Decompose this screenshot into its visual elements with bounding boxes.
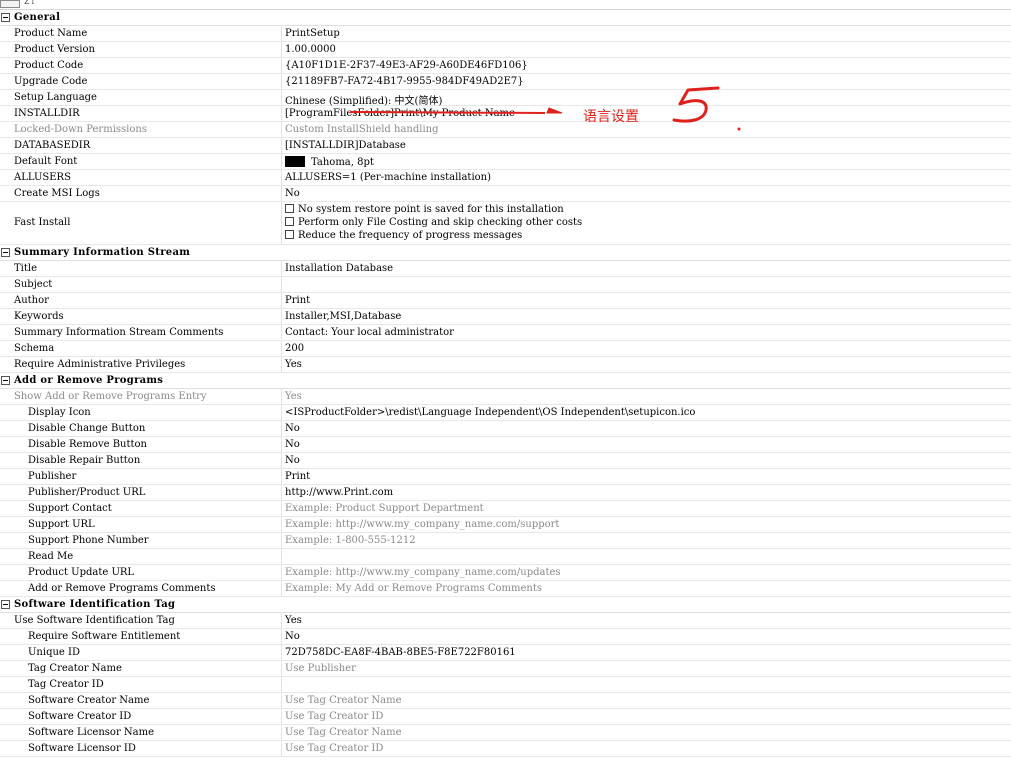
annotation-dot (737, 127, 741, 131)
annotation-label: 语言设置 (583, 109, 639, 125)
annotation-underline-arrow (349, 111, 546, 114)
annotation-arrowhead (546, 107, 563, 114)
annotation-number-five (672, 86, 720, 123)
annotation-overlay (349, 86, 741, 131)
